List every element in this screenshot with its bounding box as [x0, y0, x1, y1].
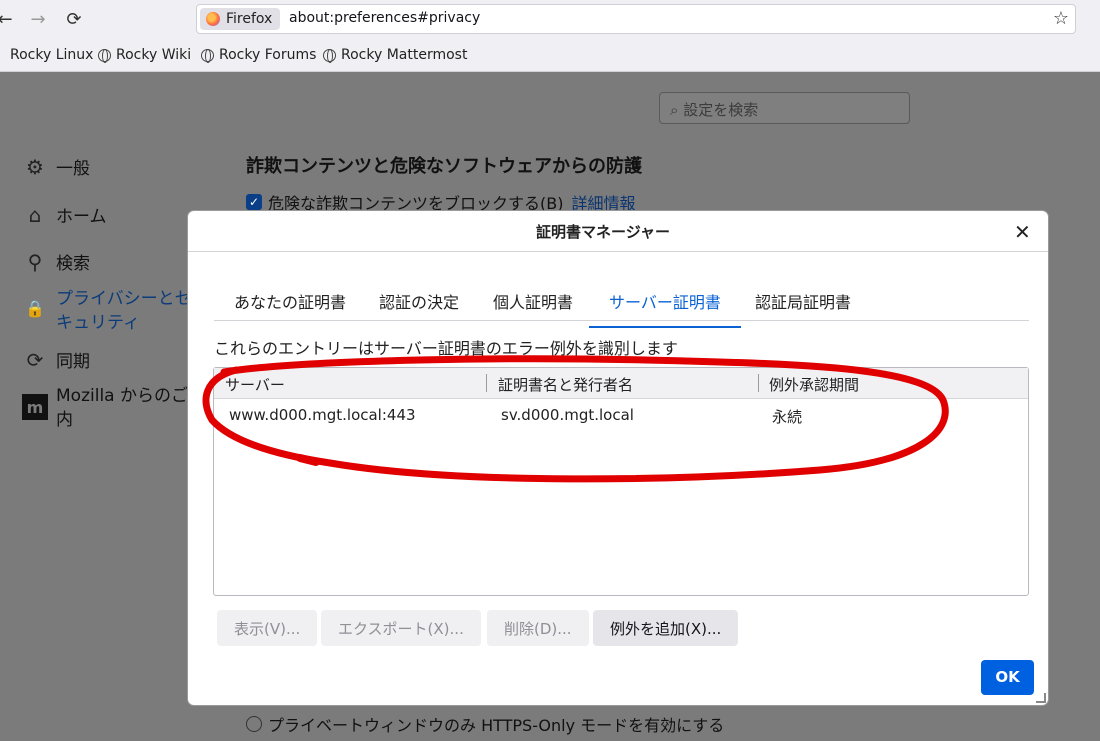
tree-header: サーバー 証明書名と発行者名 例外承認期間: [214, 368, 1028, 399]
url-bar[interactable]: Firefox about:preferences#privacy ☆: [196, 4, 1076, 34]
sidebar-item-label: プライバシーとセ キュリティ: [56, 289, 192, 333]
sidebar-item-label: ホーム: [56, 207, 107, 227]
column-header-cert-name[interactable]: 証明書名と発行者名: [498, 374, 633, 395]
column-header-server[interactable]: サーバー: [225, 374, 285, 395]
server-cert-tree[interactable]: サーバー 証明書名と発行者名 例外承認期間 www.d000.mgt.local…: [213, 367, 1029, 596]
section-title: 詐欺コンテンツと危険なソフトウェアからの防護: [246, 156, 642, 177]
divider: [188, 251, 1048, 252]
delete-button[interactable]: 削除(D)...: [487, 610, 589, 646]
sidebar-item-label: Mozilla からのご案 内: [56, 386, 196, 430]
identity-label: Firefox: [226, 11, 273, 27]
export-button[interactable]: エクスポート(X)...: [321, 610, 481, 646]
globe-icon: [323, 48, 336, 63]
bookmark-label: Rocky Mattermost: [341, 47, 468, 63]
sidebar-item-label: 検索: [56, 254, 90, 274]
sidebar-item-label: 同期: [56, 352, 90, 372]
globe-icon: [201, 48, 214, 63]
checkbox-checked-icon[interactable]: ✓: [246, 194, 262, 210]
radio-icon[interactable]: [246, 716, 262, 732]
resize-grip-icon[interactable]: [1036, 693, 1046, 703]
home-icon: ⌂: [28, 203, 42, 227]
cell-cert-name: sv.d000.mgt.local: [501, 406, 634, 424]
column-separator[interactable]: [758, 374, 759, 392]
bookmark-label: Rocky Wiki: [116, 47, 192, 63]
column-header-lifetime[interactable]: 例外承認期間: [769, 374, 859, 395]
search-icon: ⚲: [27, 250, 43, 274]
bookmark-label: Rocky Linux: [10, 47, 94, 63]
bookmark-rocky-wiki[interactable]: Rocky Wiki: [98, 47, 191, 63]
tab-bar: あなたの証明書 認証の決定 個人証明書 サーバー証明書 認証局証明書: [214, 281, 1029, 328]
tab-authentication-decisions[interactable]: 認証の決定: [359, 289, 479, 326]
bookmark-rocky-mattermost[interactable]: Rocky Mattermost: [323, 47, 467, 63]
dialog-title: 証明書マネージャー: [536, 223, 670, 241]
sidebar-item-mozilla[interactable]: m Mozilla からのご案 内: [22, 384, 196, 432]
sidebar-item-label: 一般: [56, 159, 90, 179]
sidebar-item-privacy[interactable]: 🔒 プライバシーとセ キュリティ: [22, 287, 196, 335]
tab-description: これらのエントリーはサーバー証明書のエラー例外を識別します: [214, 339, 678, 358]
search-icon: ⌕: [670, 101, 679, 119]
gear-icon: ⚙: [26, 155, 44, 179]
tab-servers[interactable]: サーバー証明書: [589, 289, 741, 328]
bookmark-rocky-forums[interactable]: Rocky Forums: [201, 47, 316, 63]
search-placeholder: 設定を検索: [683, 101, 759, 119]
cell-lifetime: 永続: [772, 408, 803, 426]
back-icon[interactable]: ←: [0, 6, 18, 32]
certificate-manager-dialog: 証明書マネージャー ✕ あなたの証明書 認証の決定 個人証明書 サーバー証明書 …: [188, 211, 1048, 705]
bookmark-star-icon[interactable]: ☆: [1053, 8, 1069, 29]
firefox-logo-icon: [206, 12, 220, 26]
bookmark-label: Rocky Forums: [219, 47, 317, 63]
column-separator[interactable]: [486, 374, 487, 392]
browser-toolbar: ← → ⟳ Firefox about:preferences#privacy …: [0, 0, 1100, 38]
tab-people[interactable]: 個人証明書: [473, 289, 593, 326]
radio-label: プライベートウィンドウのみ HTTPS-Only モードを有効にする: [268, 716, 725, 735]
tab-your-certificates[interactable]: あなたの証明書: [214, 289, 366, 326]
view-button[interactable]: 表示(V)...: [217, 610, 318, 646]
lock-icon: 🔒: [25, 298, 45, 318]
forward-icon[interactable]: →: [25, 6, 51, 32]
add-exception-button[interactable]: 例外を追加(X)...: [593, 610, 739, 646]
tab-authorities[interactable]: 認証局証明書: [735, 289, 871, 326]
sidebar-item-sync[interactable]: ⟳ 同期: [22, 347, 90, 373]
sync-icon: ⟳: [26, 348, 44, 372]
cell-server: www.d000.mgt.local:443: [229, 406, 416, 424]
ok-button[interactable]: OK: [981, 660, 1034, 695]
sidebar-item-home[interactable]: ⌂ ホーム: [22, 202, 107, 228]
close-icon[interactable]: ✕: [1014, 220, 1031, 244]
bookmark-rocky-linux[interactable]: Rocky Linux: [10, 47, 93, 63]
https-only-private-radio-row[interactable]: プライベートウィンドウのみ HTTPS-Only モードを有効にする: [246, 712, 724, 736]
preferences-search-input[interactable]: ⌕ 設定を検索: [659, 92, 910, 124]
url-text[interactable]: about:preferences#privacy: [289, 10, 480, 26]
sidebar-item-search[interactable]: ⚲ 検索: [22, 249, 90, 275]
globe-icon: [98, 48, 111, 63]
sidebar-item-general[interactable]: ⚙ 一般: [22, 154, 90, 180]
mozilla-icon: m: [22, 394, 48, 420]
identity-box[interactable]: Firefox: [200, 8, 281, 30]
bookmarks-bar: Rocky Linux Rocky Wiki Rocky Forums Rock…: [0, 38, 1100, 72]
reload-icon[interactable]: ⟳: [61, 6, 87, 32]
